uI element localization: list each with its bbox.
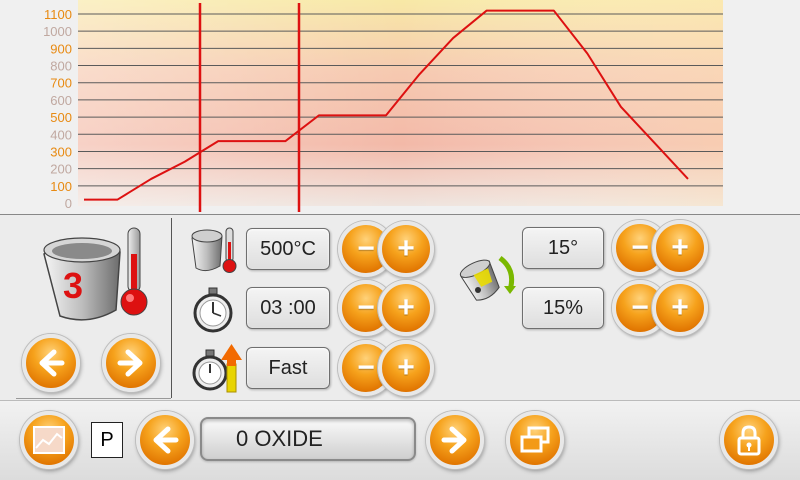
tilt-angle-value: 15° [522,227,604,269]
minus-icon: − [357,351,375,384]
firing-curve-chart: 0 100 200 300 400 500 600 700 800 900 1000 1100 [0,0,800,214]
tilt-percent-stepper[interactable]: − + [612,280,708,336]
minus-icon: − [631,291,649,324]
temperature-stepper[interactable]: − + [338,221,434,277]
temperature-row-icon [188,224,242,281]
plus-icon: + [397,351,415,384]
furnace-next-button[interactable] [102,334,160,392]
chart-icon [33,426,65,454]
time-plus-button[interactable]: + [378,280,434,336]
y-tick-label: 200 [50,162,72,177]
pot-thermometer-icon [191,227,237,273]
arrow-right-icon [117,349,143,377]
y-tick-label: 100 [50,179,72,194]
plus-icon: + [397,291,415,324]
y-tick-label: 700 [50,76,72,91]
y-tick-label: 300 [50,144,72,159]
y-tick-label: 500 [50,110,72,125]
program-p-indicator[interactable]: P [91,422,123,458]
minus-icon: − [357,232,375,265]
y-tick-label: 900 [50,41,72,56]
y-tick-label: 0 [65,196,72,211]
temperature-value: 500°C [246,228,330,270]
program-prev-button[interactable] [136,411,194,469]
lock-button[interactable] [720,411,778,469]
rotate-pot-icon [459,256,516,301]
y-tick-label: 400 [50,127,72,142]
time-stepper[interactable]: − + [338,280,434,336]
time-value: 03 :00 [246,287,330,329]
tilt-angle-stepper[interactable]: − + [612,220,708,276]
plus-icon: + [397,232,415,265]
percent-plus-button[interactable]: + [652,280,708,336]
lock-icon [737,425,761,456]
y-tick-label: 1100 [44,7,72,22]
arrow-right-icon [441,426,467,454]
plus-icon: + [671,291,689,324]
tilt-percent-value: 15% [522,287,604,329]
y-tick-label: 800 [50,59,72,74]
arrow-left-icon [39,349,65,377]
chart-view-button[interactable] [20,411,78,469]
program-name-field[interactable]: 0 OXIDE [200,417,416,461]
minus-icon: − [631,231,649,264]
program-next-button[interactable] [426,411,484,469]
rate-value: Fast [246,347,330,389]
furnace-prev-button[interactable] [22,334,80,392]
rate-row-icon [190,342,246,399]
rate-stepper[interactable]: − + [338,340,434,396]
furnace-thermometer-icon [43,227,148,321]
furnace-number: 3 [63,265,84,306]
left-panel-bottom [16,398,171,399]
window-icon [520,426,550,453]
temperature-plus-button[interactable]: + [378,221,434,277]
time-row-icon [190,286,236,339]
stopwatch-rate-icon [192,344,242,393]
y-tick-label: 600 [50,93,72,108]
stopwatch-icon [193,287,233,333]
furnace-icon [40,224,150,324]
chart-bottom-divider [0,214,800,215]
arrow-left-icon [153,426,179,454]
angle-plus-button[interactable]: + [652,220,708,276]
chart-canvas: 0 100 200 300 400 500 600 700 800 900 1000 1100 [43,0,723,212]
plus-icon: + [671,231,689,264]
rotate-row-icon [456,250,520,309]
left-panel-divider [171,218,172,398]
window-button[interactable] [506,411,564,469]
bottom-bar-divider [0,400,800,401]
y-tick-label: 1000 [43,24,72,39]
rate-plus-button[interactable]: + [378,340,434,396]
minus-icon: − [357,291,375,324]
